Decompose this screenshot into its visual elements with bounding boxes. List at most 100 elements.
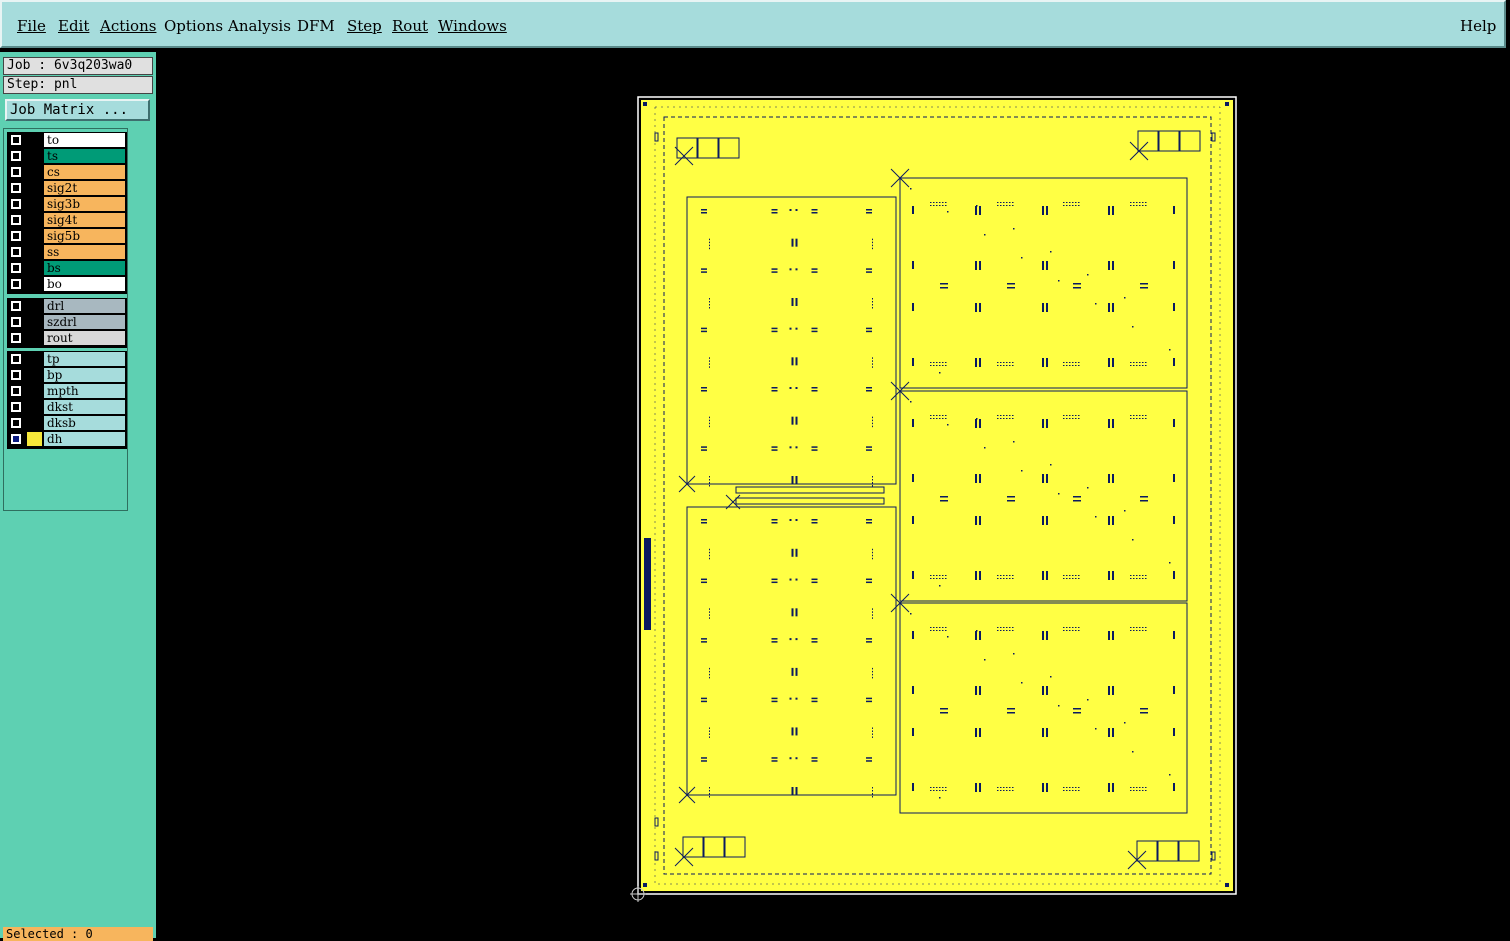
- layer-name[interactable]: cs: [44, 165, 125, 179]
- layer-checkbox[interactable]: [11, 135, 21, 145]
- layer-color-swatch[interactable]: [27, 331, 42, 345]
- layer-name[interactable]: bs: [44, 261, 125, 275]
- layer-name[interactable]: sig3b: [44, 197, 125, 211]
- layer-row-rout[interactable]: rout: [7, 330, 127, 346]
- layer-color-swatch[interactable]: [27, 299, 42, 313]
- layer-name[interactable]: mpth: [44, 384, 125, 398]
- menu-options[interactable]: Options: [164, 17, 223, 35]
- layer-name[interactable]: dksb: [44, 416, 125, 430]
- layer-row-dkst[interactable]: dkst: [7, 399, 127, 415]
- board-pad: [975, 303, 977, 312]
- board-pad: [1108, 358, 1110, 367]
- layer-color-swatch[interactable]: [27, 368, 42, 382]
- board-pad: [940, 496, 948, 498]
- board-pad: [947, 211, 949, 213]
- graphics-canvas[interactable]: [156, 52, 1510, 938]
- layer-row-ss[interactable]: ss: [7, 244, 127, 260]
- layer-color-swatch[interactable]: [27, 245, 42, 259]
- layer-row-bo[interactable]: bo: [7, 276, 127, 292]
- layer-checkbox[interactable]: [11, 199, 21, 209]
- board-pad: [1072, 205, 1074, 206]
- layer-name[interactable]: bp: [44, 368, 125, 382]
- layer-color-swatch[interactable]: [27, 277, 42, 291]
- layer-checkbox[interactable]: [11, 370, 21, 380]
- layer-checkbox[interactable]: [11, 418, 21, 428]
- layer-row-tp[interactable]: tp: [7, 351, 127, 367]
- layer-color-swatch[interactable]: [27, 352, 42, 366]
- layer-checkbox[interactable]: [11, 386, 21, 396]
- layer-name[interactable]: ss: [44, 245, 125, 259]
- board-pad: [872, 360, 873, 362]
- layer-row-bs[interactable]: bs: [7, 260, 127, 276]
- layer-row-dksb[interactable]: dksb: [7, 415, 127, 431]
- layer-name[interactable]: drl: [44, 299, 125, 313]
- layer-checkbox[interactable]: [11, 279, 21, 289]
- layer-name[interactable]: dh: [44, 432, 125, 446]
- layer-name[interactable]: tp: [44, 352, 125, 366]
- layer-color-swatch[interactable]: [27, 261, 42, 275]
- board-pad: [811, 330, 818, 333]
- menu-analysis[interactable]: Analysis: [228, 17, 291, 35]
- layer-name[interactable]: to: [44, 133, 125, 147]
- layer-color-swatch[interactable]: [27, 315, 42, 329]
- layer-color-swatch[interactable]: [27, 149, 42, 163]
- layer-checkbox[interactable]: [11, 263, 21, 273]
- layer-color-swatch[interactable]: [27, 384, 42, 398]
- layer-row-drl[interactable]: drl: [7, 298, 127, 314]
- layer-row-sig2t[interactable]: sig2t: [7, 180, 127, 196]
- layer-color-swatch[interactable]: [27, 181, 42, 195]
- layer-color-swatch[interactable]: [27, 400, 42, 414]
- menu-actions[interactable]: Actions: [100, 17, 156, 35]
- layer-row-sig3b[interactable]: sig3b: [7, 196, 127, 212]
- layer-checkbox[interactable]: [11, 301, 21, 311]
- layer-checkbox[interactable]: [11, 215, 21, 225]
- layer-color-swatch[interactable]: [27, 432, 42, 446]
- layer-checkbox[interactable]: [11, 183, 21, 193]
- layer-name[interactable]: ts: [44, 149, 125, 163]
- layer-row-sig4t[interactable]: sig4t: [7, 212, 127, 228]
- layer-checkbox[interactable]: [11, 167, 21, 177]
- board-pad: [1000, 365, 1002, 366]
- menu-rout[interactable]: Rout: [392, 17, 428, 35]
- layer-row-cs[interactable]: cs: [7, 164, 127, 180]
- layer-name[interactable]: sig2t: [44, 181, 125, 195]
- layer-color-swatch[interactable]: [27, 133, 42, 147]
- layer-color-swatch[interactable]: [27, 165, 42, 179]
- menu-windows[interactable]: Windows: [438, 17, 507, 35]
- menu-step[interactable]: Step: [347, 17, 382, 35]
- layer-color-swatch[interactable]: [27, 416, 42, 430]
- board-pad: [997, 415, 999, 416]
- layer-row-to[interactable]: to: [7, 132, 127, 148]
- layer-name[interactable]: sig4t: [44, 213, 125, 227]
- layer-name[interactable]: szdrl: [44, 315, 125, 329]
- layer-checkbox[interactable]: [11, 247, 21, 257]
- layer-name[interactable]: sig5b: [44, 229, 125, 243]
- layer-row-ts[interactable]: ts: [7, 148, 127, 164]
- layer-color-swatch[interactable]: [27, 197, 42, 211]
- menu-dfm[interactable]: DFM: [297, 17, 335, 35]
- layer-checkbox[interactable]: [11, 354, 21, 364]
- layer-checkbox[interactable]: [11, 402, 21, 412]
- board-pad: [936, 790, 938, 791]
- board-pad: [872, 733, 873, 735]
- layer-name[interactable]: dkst: [44, 400, 125, 414]
- layer-checkbox[interactable]: [11, 231, 21, 241]
- layer-name[interactable]: bo: [44, 277, 125, 291]
- layer-checkbox[interactable]: [11, 151, 21, 161]
- layer-checkbox[interactable]: [11, 317, 21, 327]
- layer-row-mpth[interactable]: mpth: [7, 383, 127, 399]
- menu-edit[interactable]: Edit: [58, 17, 89, 35]
- menu-file[interactable]: File: [17, 17, 46, 35]
- layer-row-bp[interactable]: bp: [7, 367, 127, 383]
- layer-checkbox[interactable]: [11, 333, 21, 343]
- layer-color-swatch[interactable]: [27, 229, 42, 243]
- menu-help[interactable]: Help: [1460, 17, 1496, 35]
- layer-row-dh[interactable]: dh: [7, 431, 127, 447]
- board-pad: [979, 303, 981, 312]
- layer-row-sig5b[interactable]: sig5b: [7, 228, 127, 244]
- layer-checkbox[interactable]: [11, 434, 21, 444]
- layer-row-szdrl[interactable]: szdrl: [7, 314, 127, 330]
- layer-name[interactable]: rout: [44, 331, 125, 345]
- job-matrix-button[interactable]: Job Matrix ...: [5, 99, 150, 121]
- layer-color-swatch[interactable]: [27, 213, 42, 227]
